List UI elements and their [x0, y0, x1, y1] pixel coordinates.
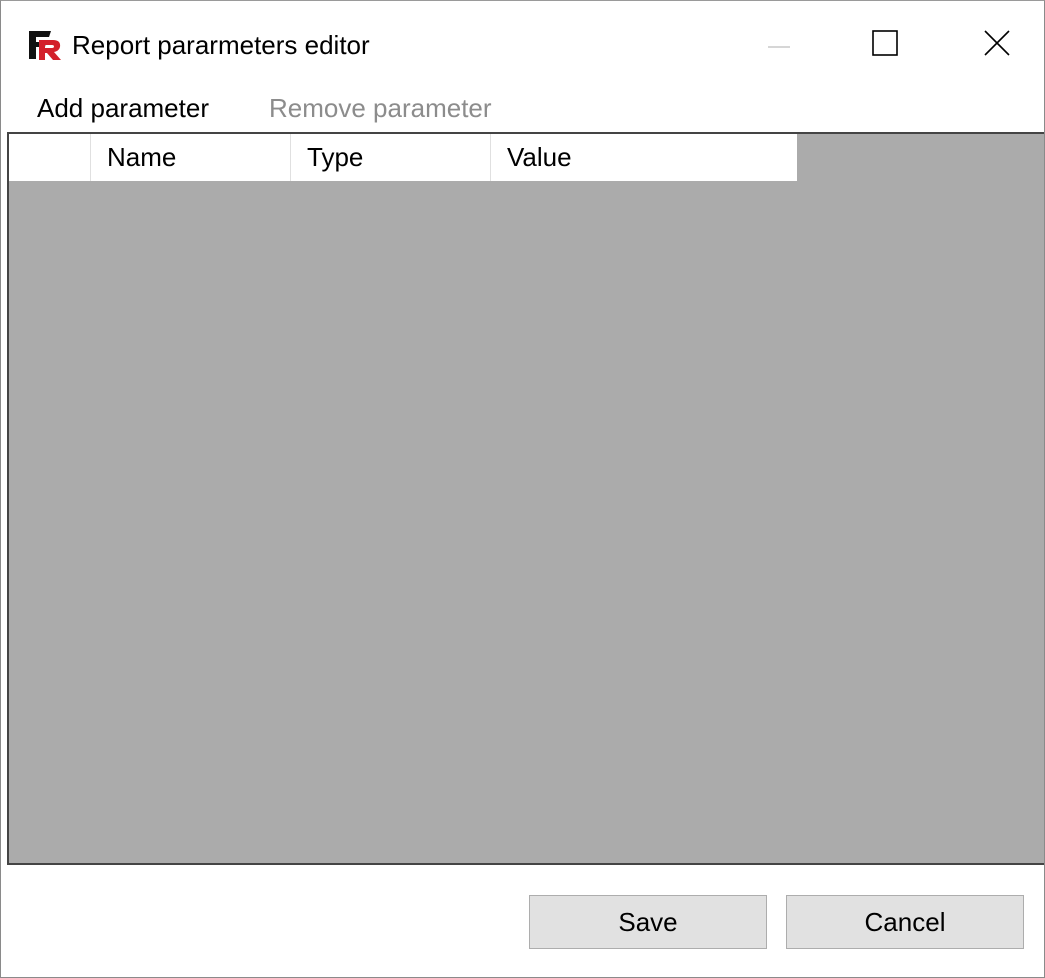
report-parameters-editor-window: Report pararmeters editor Add parameter …: [0, 0, 1045, 978]
minimize-icon: [768, 36, 790, 54]
title-bar[interactable]: Report pararmeters editor: [1, 1, 1044, 89]
column-header-type[interactable]: Type: [291, 134, 491, 181]
close-icon: [984, 29, 1010, 61]
maximize-icon: [872, 29, 898, 61]
minimize-button[interactable]: [731, 1, 827, 89]
row-header-corner[interactable]: [9, 134, 91, 181]
column-header-name[interactable]: Name: [91, 134, 291, 181]
close-button[interactable]: [949, 1, 1045, 89]
column-header-value[interactable]: Value: [491, 134, 797, 181]
fastreport-logo-icon: [27, 29, 63, 61]
grid-header: Name Type Value: [9, 134, 797, 181]
menu-bar: Add parameter Remove parameter: [1, 89, 1044, 131]
add-parameter-menu-item[interactable]: Add parameter: [37, 91, 209, 125]
remove-parameter-menu-item[interactable]: Remove parameter: [269, 91, 492, 125]
cancel-button[interactable]: Cancel: [786, 895, 1024, 949]
window-title: Report pararmeters editor: [72, 30, 370, 60]
save-button[interactable]: Save: [529, 895, 767, 949]
maximize-button[interactable]: [837, 1, 933, 89]
parameters-grid[interactable]: Name Type Value: [7, 132, 1044, 865]
